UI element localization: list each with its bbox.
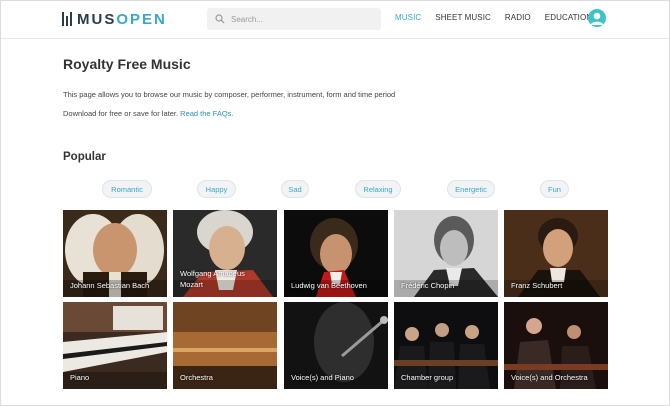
composer-tile-beethoven[interactable]: Ludwig van Beethoven	[284, 210, 388, 297]
search-icon	[215, 14, 225, 24]
main-nav: MUSIC SHEET MUSIC RADIO EDUCATION	[395, 13, 606, 22]
composer-tile-mozart[interactable]: Wolfgang Amadeus Mozart	[173, 210, 277, 297]
instrument-name: Voice(s) and Orchestra	[511, 373, 588, 382]
nav-music[interactable]: MUSIC	[395, 13, 421, 22]
instrument-tile-piano[interactable]: Piano	[63, 302, 167, 389]
download-text: Download for free or save for later.	[63, 109, 179, 118]
composer-name: Ludwig van Beethoven	[291, 281, 367, 290]
mood-chip-happy[interactable]: Happy	[197, 180, 236, 198]
mood-chip-romantic[interactable]: Romantic	[102, 180, 152, 198]
logo-mark-icon	[62, 12, 73, 26]
instrument-tile-voice-orchestra[interactable]: Voice(s) and Orchestra	[504, 302, 608, 389]
composer-name: Franz Schubert	[511, 281, 563, 290]
instrument-tile-orchestra[interactable]: Orchestra	[173, 302, 277, 389]
instrument-tile-voice-piano[interactable]: Voice(s) and Piano	[284, 302, 388, 389]
user-avatar-icon[interactable]	[588, 9, 606, 27]
composer-tile-schubert[interactable]: Franz Schubert	[504, 210, 608, 297]
logo-text: MUSOPEN	[77, 10, 167, 28]
search-input[interactable]	[231, 14, 371, 24]
download-text-line: Download for free or save for later. Rea…	[63, 109, 234, 118]
nav-radio[interactable]: RADIO	[505, 13, 531, 22]
composer-name: Frédéric Chopin	[401, 281, 455, 290]
nav-education[interactable]: EDUCATION	[545, 13, 592, 22]
instrument-name: Chamber group	[401, 373, 454, 382]
mood-chip-relaxing[interactable]: Relaxing	[355, 180, 401, 198]
nav-sheet-music[interactable]: SHEET MUSIC	[435, 13, 491, 22]
mood-chip-fun[interactable]: Fun	[540, 180, 569, 198]
instrument-name: Orchestra	[180, 373, 213, 382]
composer-tile-bach[interactable]: Johann Sebastian Bach	[63, 210, 167, 297]
composer-name: Johann Sebastian Bach	[70, 281, 150, 290]
mood-chip-sad[interactable]: Sad	[281, 180, 309, 198]
top-header: MUSOPEN MUSIC SHEET MUSIC RADIO EDUCATIO…	[1, 1, 669, 39]
page-title: Royalty Free Music	[63, 56, 191, 72]
instrument-tile-chamber-group[interactable]: Chamber group	[394, 302, 498, 389]
search-box[interactable]	[207, 8, 381, 30]
composer-tile-chopin[interactable]: Frédéric Chopin	[394, 210, 498, 297]
composer-name: Wolfgang Amadeus Mozart	[180, 269, 245, 289]
popular-heading: Popular	[63, 151, 106, 163]
instrument-name: Voice(s) and Piano	[291, 373, 354, 382]
musopen-logo[interactable]: MUSOPEN	[62, 9, 167, 29]
faq-link[interactable]: Read the FAQs.	[180, 109, 233, 118]
mood-chip-energetic[interactable]: Energetic	[447, 180, 495, 198]
page-frame: MUSOPEN MUSIC SHEET MUSIC RADIO EDUCATIO…	[0, 0, 670, 406]
intro-text: This page allows you to browse our music…	[63, 90, 396, 99]
instrument-name: Piano	[70, 373, 90, 382]
